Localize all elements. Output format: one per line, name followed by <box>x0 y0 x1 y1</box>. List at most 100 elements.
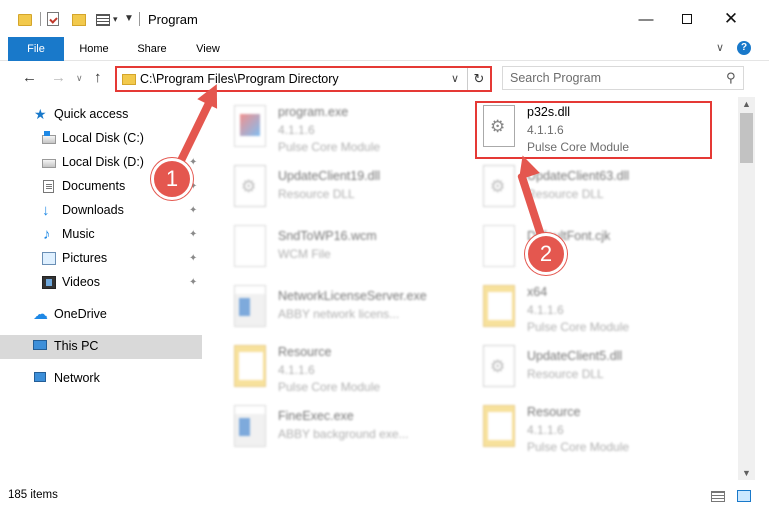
file-item[interactable]: x64 4.1.1.6 Pulse Core Module <box>477 281 717 339</box>
help-icon[interactable]: ? <box>737 41 751 55</box>
sidebar-item-label: Pictures <box>62 251 108 265</box>
address-path[interactable]: C:\Program Files\Program Directory <box>140 72 339 86</box>
view-caret-icon[interactable]: ▾ <box>113 14 118 32</box>
forward-button[interactable]: → <box>51 69 66 86</box>
file-item[interactable]: DefaultFont.cjk <box>477 221 717 279</box>
address-row: ← → ∨ ↑ C:\Program Files\Program Directo… <box>0 61 769 97</box>
computer-icon <box>33 340 47 350</box>
maximize-button[interactable] <box>667 5 707 33</box>
drive-icon <box>42 131 56 144</box>
tab-home[interactable]: Home <box>72 37 116 61</box>
minimize-button[interactable]: — <box>626 5 666 33</box>
file-name: x64 <box>527 285 548 299</box>
music-icon: ♪ <box>43 226 51 243</box>
file-item[interactable]: Resource 4.1.1.6 Pulse Core Module <box>228 341 468 399</box>
sidebar-item-music[interactable]: ♪ Music ✦ <box>0 223 202 247</box>
scroll-down-icon[interactable]: ▼ <box>742 468 751 478</box>
file-item[interactable]: NetworkLicenseServer.exe ABBY network li… <box>228 281 468 339</box>
file-item[interactable]: FineExec.exe ABBY background exe... <box>228 401 468 459</box>
sidebar-item-pictures[interactable]: Pictures ✦ <box>0 247 202 271</box>
tiles-view-icon[interactable] <box>737 490 751 502</box>
sidebar-item-videos[interactable]: Videos ✦ <box>0 271 202 295</box>
properties-icon[interactable] <box>47 12 59 26</box>
file-description: Pulse Core Module <box>527 320 630 334</box>
file-item[interactable]: UpdateClient5.dll Resource DLL <box>477 341 717 399</box>
up-button[interactable]: ↑ <box>94 69 102 86</box>
file-type: Resource DLL <box>527 367 604 381</box>
file-version: 4.1.1.6 <box>278 363 315 377</box>
sidebar-item-label: Local Disk (D:) <box>62 155 144 169</box>
close-button[interactable]: ✕ <box>711 5 751 33</box>
file-description: ABBY background exe... <box>278 427 409 441</box>
search-input[interactable]: Search Program ⚲ <box>502 66 744 90</box>
tab-view[interactable]: View <box>186 37 230 61</box>
file-item[interactable]: SndToWP16.wcm WCM File <box>228 221 468 279</box>
expand-ribbon-icon[interactable]: ∨ <box>716 41 724 54</box>
highlight-box <box>475 101 712 159</box>
pin-icon[interactable]: ✦ <box>189 157 197 168</box>
file-item[interactable]: UpdateClient19.dll Resource DLL <box>228 161 468 219</box>
sidebar-item-label: Network <box>54 371 100 385</box>
folder-icon <box>234 345 266 387</box>
step-badge-2: 2 <box>525 233 567 275</box>
customize-toolbar-icon[interactable]: ▼ <box>124 13 134 31</box>
sidebar-item-this-pc[interactable]: This PC <box>0 335 202 359</box>
file-item[interactable]: UpdateClient63.dll Resource DLL <box>477 161 717 219</box>
sidebar-item-label: Videos <box>62 275 100 289</box>
pin-icon[interactable]: ✦ <box>189 229 197 240</box>
pin-icon[interactable]: ✦ <box>189 205 197 216</box>
vertical-scrollbar[interactable]: ▲ ▼ <box>738 97 755 480</box>
refresh-button[interactable]: ↻ <box>467 68 490 90</box>
new-folder-icon[interactable] <box>72 14 86 26</box>
sidebar-item-onedrive[interactable]: ☁ OneDrive <box>0 303 202 327</box>
search-icon[interactable]: ⚲ <box>726 70 736 86</box>
file-type: WCM File <box>278 247 331 261</box>
file-name: UpdateClient19.dll <box>278 169 381 183</box>
sidebar-item-label: Quick access <box>54 107 129 121</box>
cloud-icon: ☁ <box>33 306 48 323</box>
search-placeholder: Search Program <box>510 71 602 85</box>
sidebar-item-label: Music <box>62 227 95 241</box>
folder-icon <box>122 74 136 85</box>
exe-icon <box>234 105 266 147</box>
file-icon <box>234 225 266 267</box>
network-icon <box>34 372 46 382</box>
scroll-up-icon[interactable]: ▲ <box>742 99 751 109</box>
title-bar: ▾ ▼ Program — ✕ <box>0 0 769 37</box>
folder-icon <box>483 405 515 447</box>
tab-share[interactable]: Share <box>130 37 174 61</box>
quick-access-separator <box>40 12 41 26</box>
maximize-icon <box>682 14 692 24</box>
dll-icon <box>483 345 515 387</box>
sidebar-item-downloads[interactable]: ↓ Downloads ✦ <box>0 199 202 223</box>
file-version: 4.1.1.6 <box>527 423 564 437</box>
pin-icon[interactable]: ✦ <box>189 253 197 264</box>
sidebar-item-network[interactable]: Network <box>0 367 202 391</box>
address-bar[interactable]: C:\Program Files\Program Directory ∨ ↻ <box>115 66 492 92</box>
pin-icon[interactable]: ✦ <box>189 277 197 288</box>
details-view-icon[interactable] <box>711 491 725 502</box>
quick-access-folder-icon[interactable] <box>18 14 32 26</box>
file-type: Resource DLL <box>278 187 355 201</box>
star-icon: ★ <box>34 106 47 122</box>
scrollbar-thumb[interactable] <box>740 113 753 163</box>
address-dropdown-button[interactable]: ∨ <box>451 72 459 85</box>
file-icon <box>483 225 515 267</box>
file-name: UpdateClient5.dll <box>527 349 623 363</box>
file-description: ABBY network licens... <box>278 307 400 321</box>
navigation-pane: ★ Quick access Local Disk (C:) Local Dis… <box>0 97 205 480</box>
sidebar-item-quick-access[interactable]: ★ Quick access <box>0 103 202 127</box>
sidebar-item-label: Local Disk (C:) <box>62 131 144 145</box>
file-name: UpdateClient63.dll <box>527 169 630 183</box>
exe-icon <box>234 285 266 327</box>
view-options-icon[interactable] <box>96 14 110 26</box>
back-button[interactable]: ← <box>22 69 37 86</box>
sidebar-item-label: Downloads <box>62 203 124 217</box>
dll-icon <box>483 165 515 207</box>
sidebar-item-local-disk-c[interactable]: Local Disk (C:) <box>0 127 202 151</box>
recent-locations-button[interactable]: ∨ <box>76 73 83 84</box>
file-item[interactable]: Resource 4.1.1.6 Pulse Core Module <box>477 401 717 459</box>
file-item[interactable]: program.exe 4.1.1.6 Pulse Core Module <box>228 101 468 159</box>
drive-icon <box>42 159 56 168</box>
tab-file[interactable]: File <box>8 37 64 61</box>
